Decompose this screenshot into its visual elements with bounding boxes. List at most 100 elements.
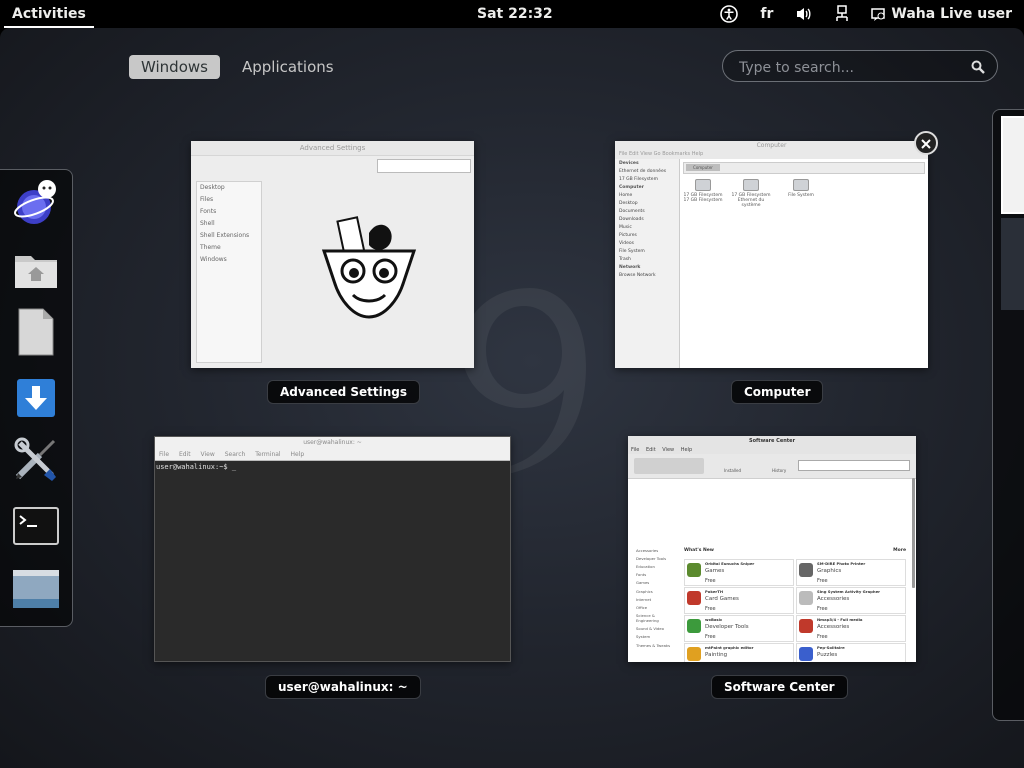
- app-category: Accessories: [817, 596, 850, 602]
- status-area: fr Waha Live user: [720, 0, 1012, 28]
- sidebar-item: Windows: [200, 256, 227, 263]
- places-item: Desktop: [619, 200, 638, 206]
- app-price: Free: [705, 634, 716, 640]
- dash-item-libreoffice[interactable]: [10, 308, 62, 360]
- category-item: Themes & Tweaks: [636, 642, 671, 648]
- tools-icon: [12, 435, 60, 487]
- sidebar-item: Shell Extensions: [200, 232, 250, 239]
- window-advanced-settings[interactable]: Advanced Settings Desktop Files Fonts Sh…: [191, 141, 474, 368]
- search-input[interactable]: [737, 57, 961, 79]
- sc-search-field: [798, 460, 910, 471]
- view-switcher: Windows Applications: [129, 55, 346, 79]
- drive-label: File System: [788, 193, 814, 198]
- window-title: Software Center: [628, 436, 916, 446]
- places-item: Downloads: [619, 216, 644, 222]
- user-name: Waha Live user: [891, 6, 1012, 22]
- places-item: Browse Network: [619, 272, 656, 278]
- category-item: Internet: [636, 596, 652, 602]
- app-tile: wxBasic Developer Tools Free: [684, 615, 794, 642]
- dash-item-empathy[interactable]: [10, 178, 62, 230]
- drive-icon: [743, 179, 759, 191]
- menu-bar: File Edit View Help: [628, 446, 916, 454]
- app-icon: [799, 591, 813, 605]
- window-title: Computer: [615, 141, 928, 151]
- drive-icon: [793, 179, 809, 191]
- dash-item-terminal[interactable]: [10, 502, 62, 554]
- keyboard-layout-indicator[interactable]: fr: [760, 6, 773, 22]
- all-software-button: [634, 458, 704, 474]
- sidebar-item: Shell: [200, 220, 215, 227]
- places-item: Pictures: [619, 232, 637, 238]
- tab-applications[interactable]: Applications: [230, 55, 346, 79]
- app-name: PokerTH: [705, 589, 724, 594]
- dash-item-desktop[interactable]: [10, 565, 62, 617]
- app-tile: PokerTH Card Games Free: [684, 587, 794, 614]
- app-category: Games: [705, 568, 725, 574]
- category-item: Fonts: [636, 572, 647, 578]
- app-icon: [687, 619, 701, 633]
- app-category: Puzzles: [817, 652, 838, 658]
- menu-item: View: [200, 451, 215, 458]
- terminal-icon: [13, 507, 59, 549]
- drive-icon: [695, 179, 711, 191]
- search-box[interactable]: [722, 50, 998, 82]
- places-item: Music: [619, 224, 632, 230]
- adv-search-field: [377, 159, 471, 173]
- category-item: Accessories: [636, 547, 659, 553]
- tab-windows[interactable]: Windows: [129, 55, 220, 79]
- app-icon: [687, 591, 701, 605]
- app-category: Accessories: [817, 624, 850, 630]
- adv-sidebar: Desktop Files Fonts Shell Shell Extensio…: [196, 181, 262, 363]
- app-price: Free: [817, 634, 828, 640]
- volume-icon[interactable]: [795, 6, 813, 22]
- whats-new-header: What's New More: [684, 548, 906, 553]
- workspace-thumbnail-1[interactable]: [1001, 116, 1024, 214]
- app-icon: [799, 647, 813, 661]
- drive-item: 17 GB Filesystem 17 GB Filesystem: [683, 179, 723, 203]
- places-item: Home: [619, 192, 633, 198]
- dash: [0, 169, 73, 627]
- search-icon: [971, 59, 985, 78]
- places-item: File System: [619, 248, 645, 254]
- app-category: Painting: [705, 652, 728, 658]
- app-tile: Nmap3/4 - Full media Accessories Free: [796, 615, 906, 642]
- drive-item: 17 GB Filesystem Ethernet du système: [731, 179, 771, 208]
- dash-item-software-center[interactable]: [10, 375, 62, 427]
- home-folder-icon: [13, 250, 59, 294]
- clock[interactable]: Sat 22:32: [477, 0, 553, 28]
- dash-item-system-tools[interactable]: [10, 435, 62, 487]
- sidebar-item: Desktop: [200, 184, 225, 191]
- app-price: Free: [705, 606, 716, 612]
- user-menu[interactable]: Waha Live user: [871, 6, 1012, 22]
- app-icon: [799, 619, 813, 633]
- places-item: Documents: [619, 208, 645, 214]
- accessibility-icon[interactable]: [720, 5, 739, 23]
- sidebar-item: Files: [200, 196, 214, 203]
- menu-item: Search: [224, 451, 246, 458]
- top-bar: Activities Sat 22:32 fr Waha Live user: [0, 0, 1024, 28]
- dash-item-files[interactable]: [10, 246, 62, 298]
- sidebar-item: Fonts: [200, 208, 217, 215]
- drive-item: File System: [781, 179, 821, 198]
- path-button: Computer: [686, 164, 720, 171]
- window-caption: Advanced Settings: [267, 380, 421, 404]
- more-link: More: [893, 548, 906, 553]
- location-bar: Computer: [683, 162, 925, 174]
- app-category: Developer Tools: [705, 624, 749, 630]
- app-tile: Pep-Solitaire Puzzles: [796, 643, 906, 662]
- workspace-selector: [992, 109, 1024, 721]
- menu-bar: File Edit View Go Bookmarks Help: [615, 151, 928, 159]
- menu-item: Help: [680, 447, 693, 453]
- category-item: Developer Tools: [636, 555, 667, 561]
- window-terminal[interactable]: user@wahalinux: ~ File Edit View Search …: [154, 436, 511, 662]
- network-wired-icon[interactable]: [835, 5, 849, 23]
- window-software-center[interactable]: Software Center File Edit View Help Inst…: [628, 436, 916, 662]
- workspace-thumbnail-2[interactable]: [1001, 218, 1024, 310]
- menu-item: Help: [290, 451, 305, 458]
- close-window-button[interactable]: [914, 131, 938, 155]
- menu-item: Edit: [645, 447, 656, 453]
- window-computer[interactable]: Computer File Edit View Go Bookmarks Hel…: [615, 141, 928, 368]
- activities-button[interactable]: Activities: [0, 0, 98, 28]
- app-tile: Orbital Eunuchs Sniper Games Free: [684, 559, 794, 586]
- window-title: Advanced Settings: [191, 141, 474, 156]
